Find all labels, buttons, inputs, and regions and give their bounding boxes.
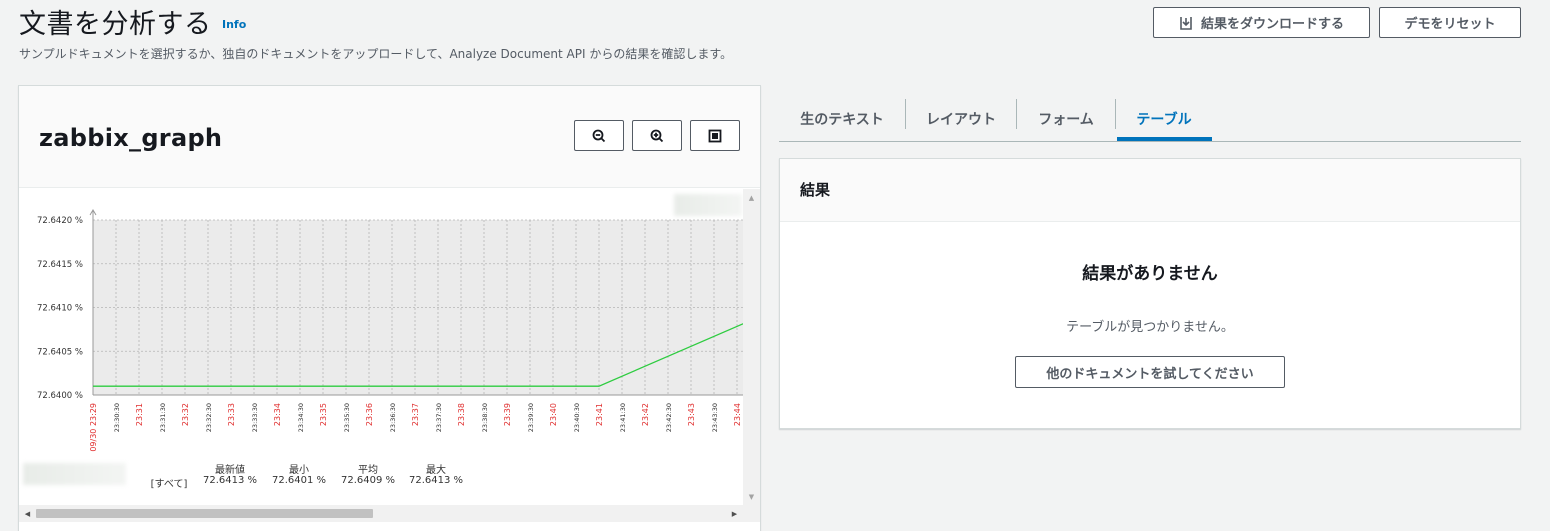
x-tick-label: 23:38:30 bbox=[481, 403, 489, 432]
document-title: zabbix_graph bbox=[39, 124, 223, 152]
fit-screen-icon bbox=[708, 129, 722, 142]
x-tick-label: 23:36 bbox=[365, 403, 374, 426]
x-tick-label: 23:41:30 bbox=[619, 403, 627, 432]
x-tick-label: 23:40 bbox=[549, 403, 558, 426]
try-another-document-label: 他のドキュメントを試してください bbox=[1046, 366, 1254, 382]
document-panel: zabbix_graph 09/30 23:29 23:30:30 23:31 23:… bbox=[18, 85, 761, 531]
x-tick-label: 23:30:30 bbox=[113, 403, 121, 432]
x-tick-label: 23:42:30 bbox=[665, 403, 673, 432]
x-tick-label: 23:33 bbox=[227, 403, 236, 426]
legend-value-last: 72.6413 % bbox=[202, 475, 258, 486]
document-header: zabbix_graph bbox=[19, 86, 760, 188]
x-tick-label: 23:44 bbox=[733, 403, 742, 426]
x-tick-label: 23:31:30 bbox=[159, 403, 167, 432]
tab-forms[interactable]: フォーム bbox=[1017, 97, 1115, 141]
scroll-right-arrow-icon[interactable]: ▶ bbox=[726, 505, 743, 522]
legend-value-min: 72.6401 % bbox=[271, 475, 327, 486]
x-tick-label: 23:37:30 bbox=[435, 403, 443, 432]
x-tick-label: 23:32 bbox=[181, 403, 190, 426]
x-tick-label: 23:39 bbox=[503, 403, 512, 426]
zoom-out-icon bbox=[592, 129, 606, 142]
reset-demo-label: デモをリセット bbox=[1404, 17, 1496, 32]
zoom-in-icon bbox=[650, 129, 664, 142]
legend-value-max: 72.6413 % bbox=[408, 475, 464, 486]
x-tick-label: 23:40:30 bbox=[573, 403, 581, 432]
y-tick-label: 72.6405 % bbox=[37, 347, 83, 357]
x-tick-label: 23:33:30 bbox=[251, 403, 259, 432]
scroll-left-arrow-icon[interactable]: ◀ bbox=[19, 505, 36, 522]
x-tick-label: 23:42 bbox=[641, 403, 650, 426]
x-tick-label: 23:34 bbox=[273, 403, 282, 426]
x-tick-label: 09/30 23:29 bbox=[89, 403, 98, 452]
zoom-in-button[interactable] bbox=[632, 120, 682, 151]
info-link[interactable]: Info bbox=[222, 18, 246, 31]
x-tick-label: 23:34:30 bbox=[297, 403, 305, 432]
x-tick-label: 23:41 bbox=[595, 403, 604, 426]
download-icon bbox=[1180, 16, 1192, 30]
active-tab-indicator bbox=[1117, 137, 1212, 141]
y-tick-label: 72.6400 % bbox=[37, 391, 83, 401]
x-tick-label: 23:35 bbox=[319, 403, 328, 426]
page-title: 文書を分析する bbox=[19, 9, 212, 40]
scroll-up-arrow-icon[interactable]: ▲ bbox=[743, 189, 760, 206]
tab-layout[interactable]: レイアウト bbox=[906, 97, 1016, 141]
fit-screen-button[interactable] bbox=[690, 120, 740, 151]
x-tick-label: 23:43 bbox=[687, 403, 696, 426]
tab-raw-text[interactable]: 生のテキスト bbox=[779, 97, 905, 141]
x-tick-label: 23:39:30 bbox=[527, 403, 535, 432]
y-tick-label: 72.6410 % bbox=[37, 304, 83, 314]
legend-label-min: 最小 bbox=[289, 465, 309, 476]
results-title: 結果 bbox=[800, 181, 831, 199]
results-panel: 結果 結果がありません テーブルが見つかりません。 他のドキュメントを試してくだ… bbox=[779, 158, 1521, 429]
horizontal-scroll-thumb[interactable] bbox=[36, 509, 373, 518]
empty-state-description: テーブルが見つかりません。 bbox=[1066, 320, 1234, 335]
page-description: サンプルドキュメントを選択するか、独自のドキュメントをアップロードして、Anal… bbox=[19, 47, 733, 61]
y-tick-label: 72.6415 % bbox=[37, 260, 83, 270]
horizontal-scrollbar[interactable]: ◀ ▶ bbox=[19, 505, 760, 522]
empty-state-title: 結果がありません bbox=[1082, 264, 1218, 284]
download-results-button[interactable]: 結果をダウンロードする bbox=[1153, 7, 1370, 38]
download-results-label: 結果をダウンロードする bbox=[1200, 17, 1344, 32]
x-tick-label: 23:37 bbox=[411, 403, 420, 426]
legend-label-last: 最新値 bbox=[215, 465, 245, 476]
results-header: 結果 bbox=[780, 159, 1520, 222]
x-tick-label: 23:35:30 bbox=[343, 403, 351, 432]
result-tabs: 生のテキスト レイアウト フォーム テーブル bbox=[779, 97, 1521, 142]
scroll-down-arrow-icon[interactable]: ▼ bbox=[743, 488, 760, 505]
x-tick-label: 23:31 bbox=[135, 403, 144, 426]
vertical-scrollbar[interactable]: ▲ ▼ bbox=[743, 189, 760, 505]
x-tick-label: 23:38 bbox=[457, 403, 466, 426]
x-tick-label: 23:32:30 bbox=[205, 403, 213, 432]
legend-value-avg: 72.6409 % bbox=[340, 475, 396, 486]
tab-tables[interactable]: テーブル bbox=[1116, 97, 1212, 141]
x-tick-label: 23:43:30 bbox=[711, 403, 719, 432]
legend-label-avg: 平均 bbox=[358, 465, 378, 476]
document-view[interactable]: 09/30 23:29 23:30:30 23:31 23:31:30 23:32 23:… bbox=[19, 189, 760, 531]
try-another-document-button[interactable]: 他のドキュメントを試してください bbox=[1015, 356, 1285, 388]
zabbix-graph: 09/30 23:29 23:30:30 23:31 23:31:30 23:32 23:… bbox=[37, 209, 743, 452]
legend-label-max: 最大 bbox=[426, 465, 446, 476]
x-tick-label: 23:36:30 bbox=[389, 403, 397, 432]
legend-scope: [すべて] bbox=[150, 479, 188, 490]
y-tick-label: 72.6420 % bbox=[37, 216, 83, 226]
blurred-legend-region bbox=[23, 463, 126, 485]
reset-demo-button[interactable]: デモをリセット bbox=[1379, 7, 1521, 38]
zoom-out-button[interactable] bbox=[574, 120, 624, 151]
